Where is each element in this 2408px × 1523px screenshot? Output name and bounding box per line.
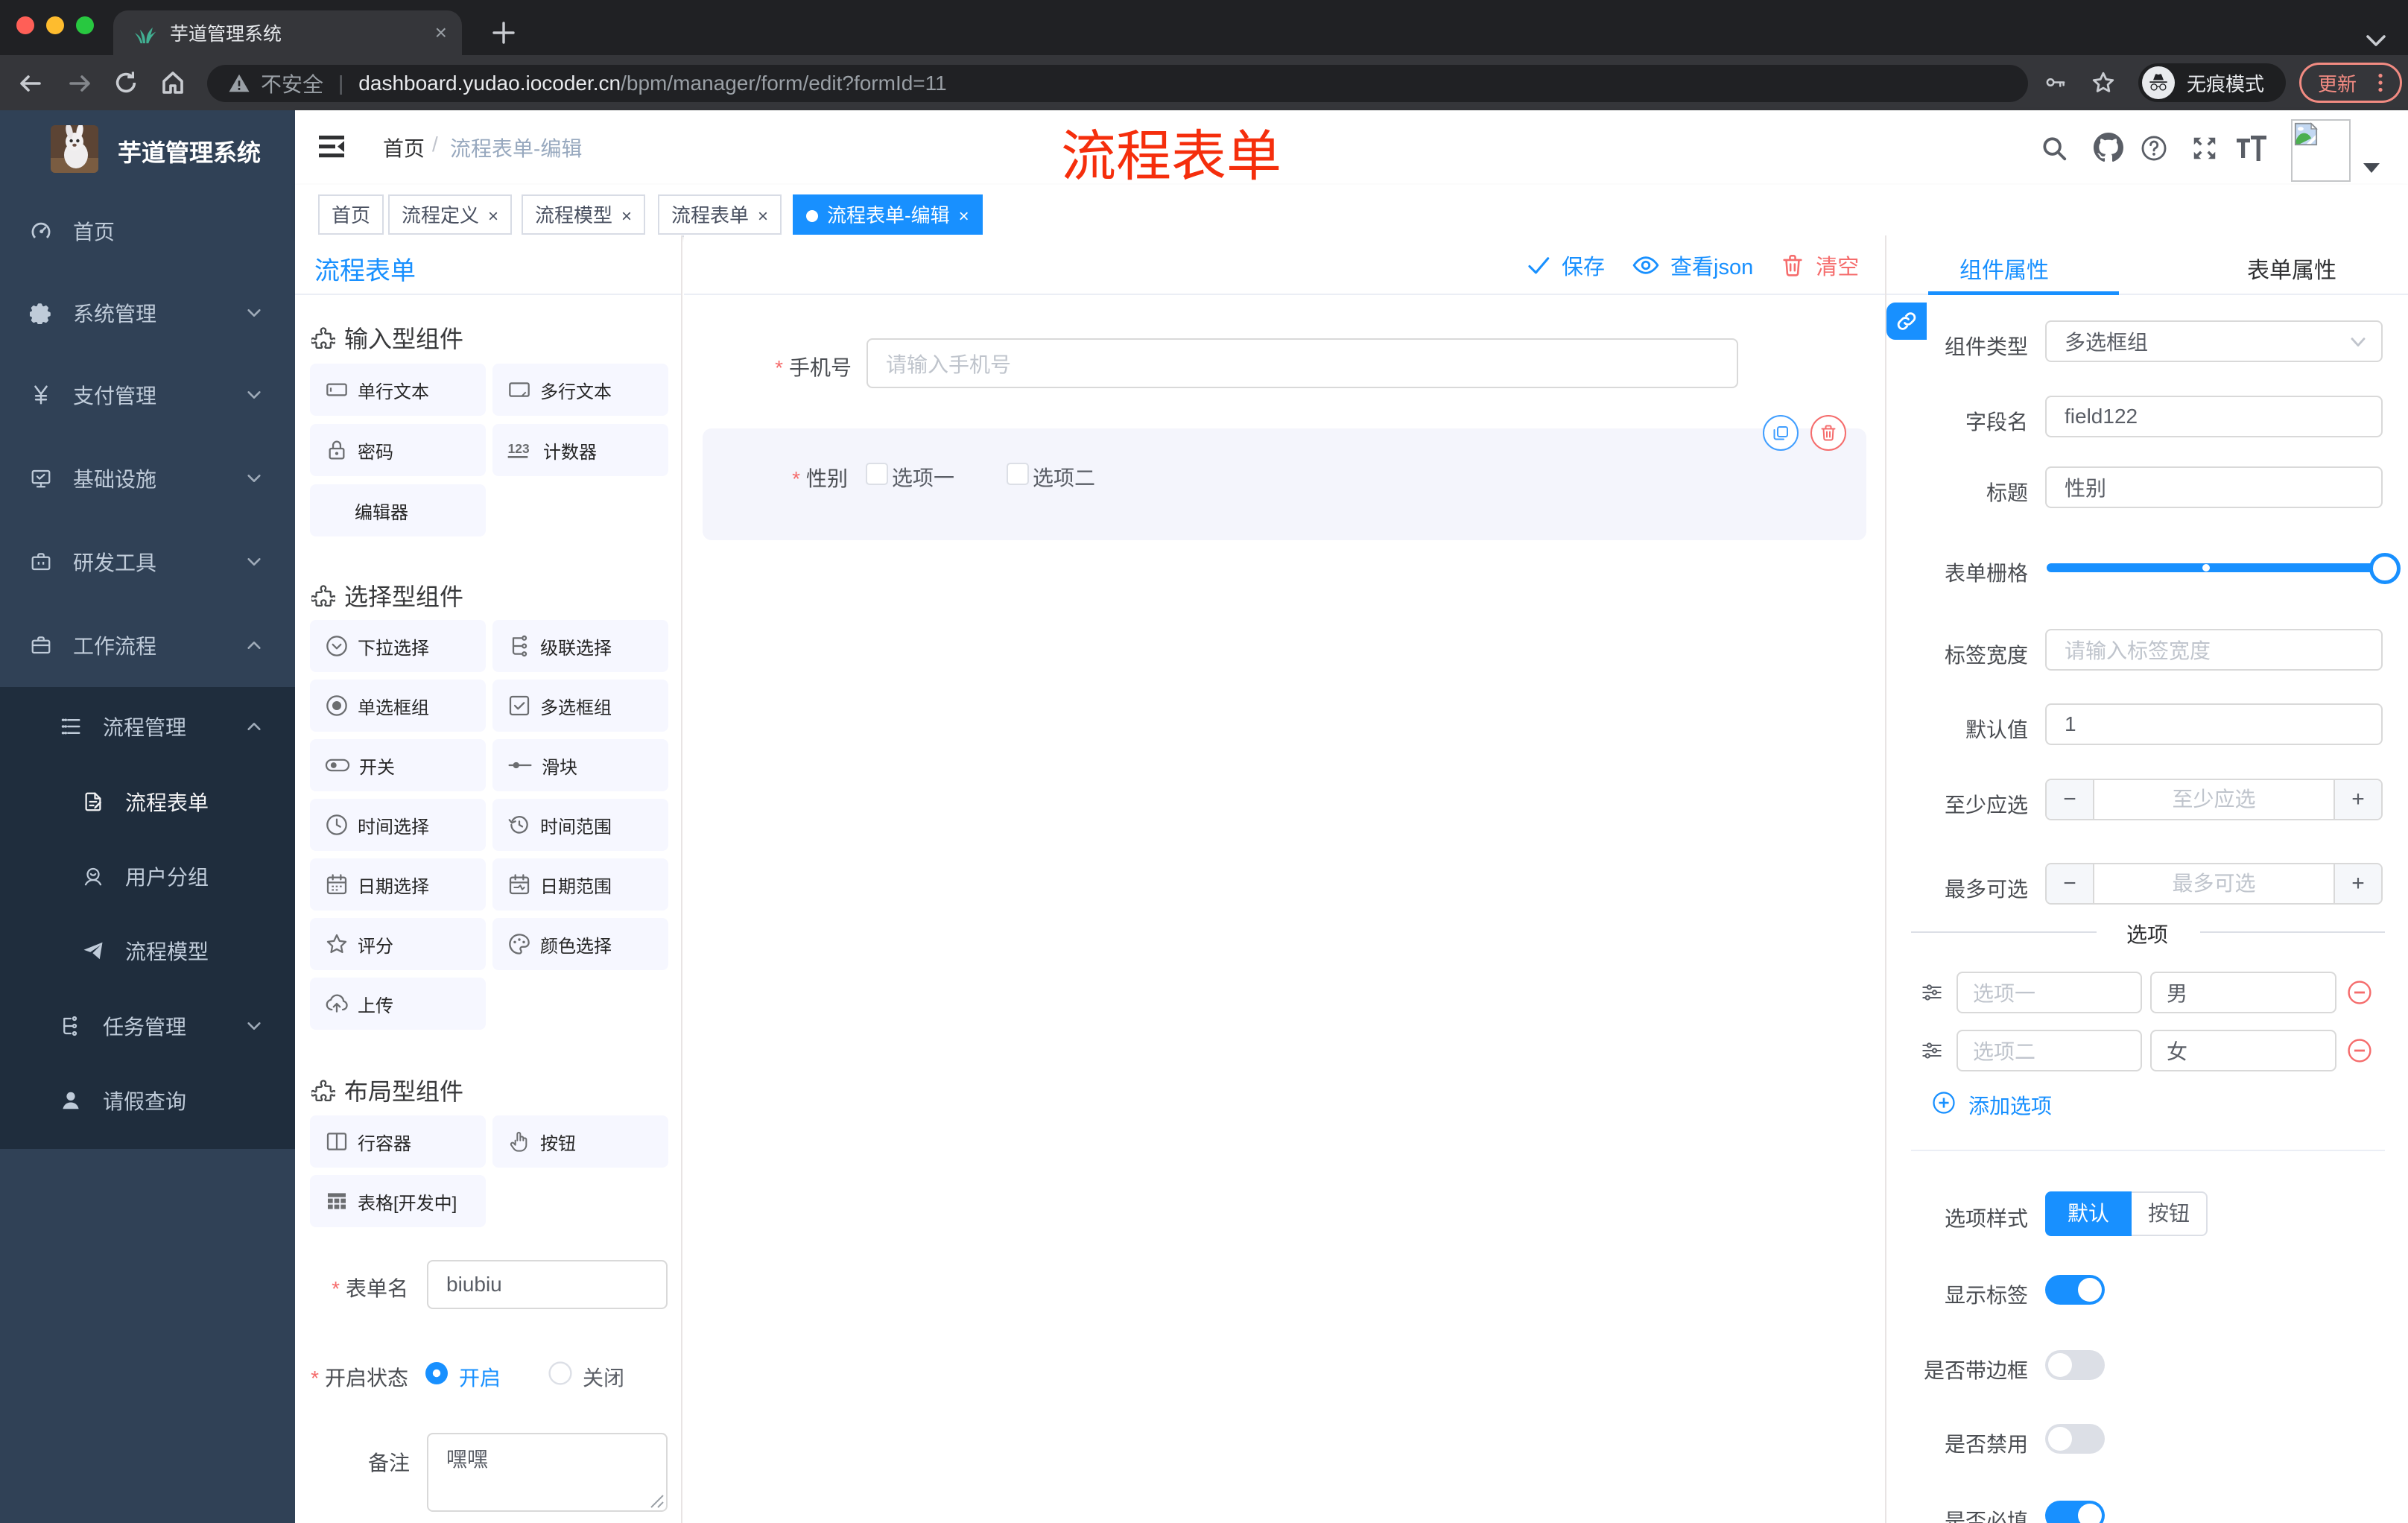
svg-text:123: 123 xyxy=(508,441,530,456)
